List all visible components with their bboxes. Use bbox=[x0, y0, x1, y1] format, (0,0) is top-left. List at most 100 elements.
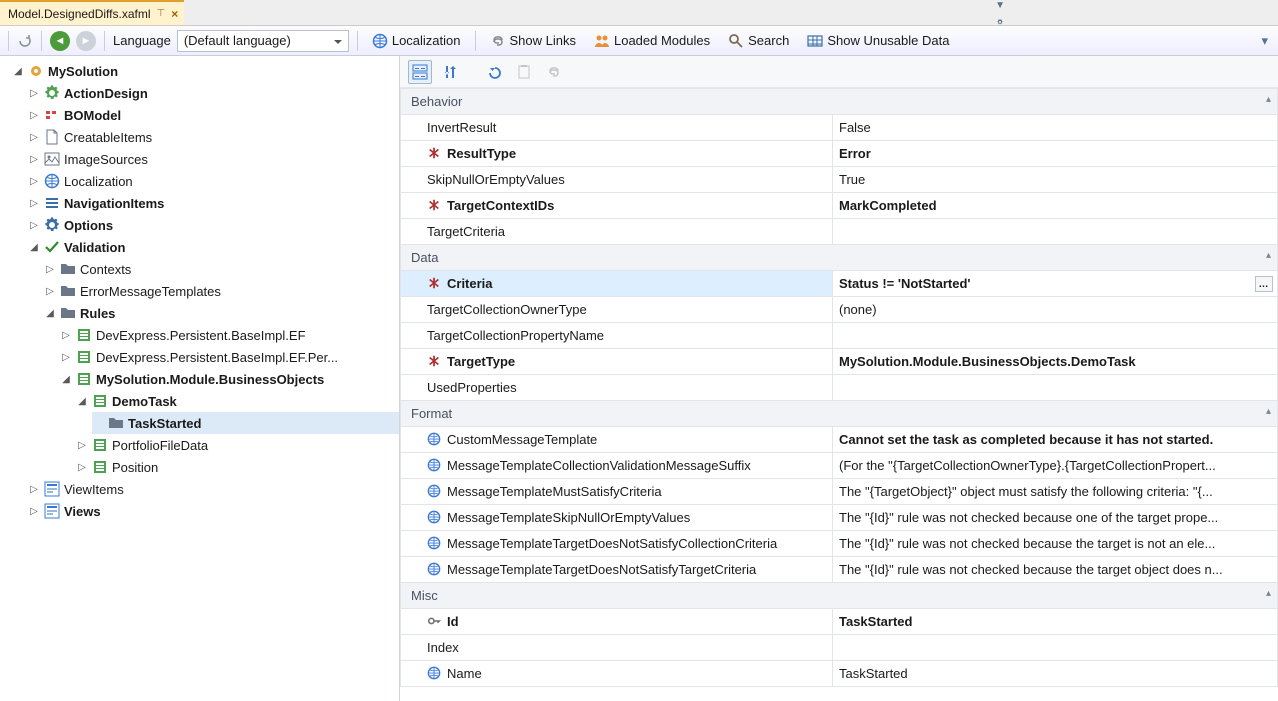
prop-row[interactable]: IdTaskStarted bbox=[401, 609, 1278, 635]
category-behavior[interactable]: Behavior▴ bbox=[401, 89, 1278, 115]
property-grid-toolbar bbox=[400, 56, 1278, 88]
class-icon bbox=[92, 393, 108, 409]
link-icon bbox=[490, 33, 506, 49]
document-tab[interactable]: Model.DesignedDiffs.xafml ⊤ × bbox=[0, 0, 184, 25]
show-unusable-button[interactable]: Show Unusable Data bbox=[801, 31, 955, 51]
model-tree: ◢MySolution ▷ActionDesign ▷BOModel ▷Crea… bbox=[0, 56, 400, 701]
key-icon bbox=[427, 614, 441, 628]
show-links-button[interactable]: Show Links bbox=[484, 31, 582, 51]
close-icon[interactable]: × bbox=[171, 7, 178, 21]
tree-position[interactable]: ▷Position bbox=[76, 456, 399, 478]
tree-imagesources[interactable]: ▷ImageSources bbox=[28, 148, 399, 170]
alphabetical-button[interactable] bbox=[438, 60, 462, 84]
globe-icon bbox=[44, 173, 60, 189]
prop-row-selected[interactable]: CriteriaStatus != 'NotStarted'… bbox=[401, 271, 1278, 297]
asterisk-icon bbox=[427, 354, 441, 368]
grid-icon bbox=[807, 33, 823, 49]
category-format[interactable]: Format▴ bbox=[401, 401, 1278, 427]
gear-icon bbox=[44, 217, 60, 233]
language-label: Language bbox=[113, 33, 171, 48]
tree-rules[interactable]: ◢Rules bbox=[44, 302, 399, 324]
undo-button[interactable] bbox=[482, 60, 506, 84]
tree-demotask[interactable]: ◢DemoTask bbox=[76, 390, 399, 412]
language-select[interactable]: (Default language) bbox=[177, 30, 349, 52]
asterisk-icon bbox=[427, 146, 441, 160]
nav-forward-button: ► bbox=[76, 31, 96, 51]
globe-icon bbox=[427, 484, 441, 498]
prop-row[interactable]: NameTaskStarted bbox=[401, 661, 1278, 687]
prop-row[interactable]: ResultTypeError bbox=[401, 141, 1278, 167]
settings-gear-icon[interactable] bbox=[992, 19, 1008, 25]
ellipsis-button[interactable]: … bbox=[1255, 276, 1273, 292]
tree-rule1[interactable]: ▷DevExpress.Persistent.BaseImpl.EF bbox=[60, 324, 399, 346]
toolbar-overflow-icon[interactable]: ▾ bbox=[1261, 33, 1272, 49]
tree-navitems[interactable]: ▷NavigationItems bbox=[28, 192, 399, 214]
prop-row[interactable]: TargetTypeMySolution.Module.BusinessObje… bbox=[401, 349, 1278, 375]
tree-actiondesign[interactable]: ▷ActionDesign bbox=[28, 82, 399, 104]
form-icon bbox=[44, 503, 60, 519]
tree-creatableitems[interactable]: ▷CreatableItems bbox=[28, 126, 399, 148]
folder-icon bbox=[108, 415, 124, 431]
prop-row[interactable]: MessageTemplateTargetDoesNotSatisfyColle… bbox=[401, 531, 1278, 557]
nav-back-button[interactable]: ◄ bbox=[50, 31, 70, 51]
category-data[interactable]: Data▴ bbox=[401, 245, 1278, 271]
expand-icon[interactable]: ◢ bbox=[12, 65, 24, 77]
class-icon bbox=[76, 371, 92, 387]
tree-views[interactable]: ▷Views bbox=[28, 500, 399, 522]
prop-row[interactable]: MessageTemplateMustSatisfyCriteriaThe "{… bbox=[401, 479, 1278, 505]
prop-row[interactable]: MessageTemplateSkipNullOrEmptyValuesThe … bbox=[401, 505, 1278, 531]
refresh-icon[interactable] bbox=[17, 33, 33, 49]
check-icon bbox=[44, 239, 60, 255]
class-icon bbox=[92, 437, 108, 453]
blocks-icon bbox=[44, 107, 60, 123]
tree-bomodel[interactable]: ▷BOModel bbox=[28, 104, 399, 126]
categorized-button[interactable] bbox=[408, 60, 432, 84]
tree-rule3[interactable]: ◢MySolution.Module.BusinessObjects bbox=[60, 368, 399, 390]
page-icon bbox=[44, 129, 60, 145]
tree-portfolio[interactable]: ▷PortfolioFileData bbox=[76, 434, 399, 456]
tree-taskstarted[interactable]: TaskStarted bbox=[92, 412, 399, 434]
tree-root[interactable]: ◢MySolution bbox=[12, 60, 399, 82]
main-toolbar: ◄ ► Language (Default language) Localiza… bbox=[0, 26, 1278, 56]
tree-viewitems[interactable]: ▷ViewItems bbox=[28, 478, 399, 500]
prop-row[interactable]: MessageTemplateTargetDoesNotSatisfyTarge… bbox=[401, 557, 1278, 583]
tree-rule2[interactable]: ▷DevExpress.Persistent.BaseImpl.EF.Per..… bbox=[60, 346, 399, 368]
people-icon bbox=[594, 33, 610, 49]
image-icon bbox=[44, 151, 60, 167]
globe-icon bbox=[427, 666, 441, 680]
folder-icon bbox=[60, 305, 76, 321]
globe-icon bbox=[427, 510, 441, 524]
form-icon bbox=[44, 481, 60, 497]
prop-row[interactable]: TargetCollectionOwnerType(none) bbox=[401, 297, 1278, 323]
prop-row[interactable]: InvertResultFalse bbox=[401, 115, 1278, 141]
prop-row[interactable]: TargetContextIDsMarkCompleted bbox=[401, 193, 1278, 219]
tab-bar: Model.DesignedDiffs.xafml ⊤ × ▼ bbox=[0, 0, 1278, 26]
search-icon bbox=[728, 33, 744, 49]
prop-row[interactable]: SkipNullOrEmptyValuesTrue bbox=[401, 167, 1278, 193]
prop-row[interactable]: Index bbox=[401, 635, 1278, 661]
globe-icon bbox=[372, 33, 388, 49]
folder-icon bbox=[60, 283, 76, 299]
link-button bbox=[542, 60, 566, 84]
globe-icon bbox=[427, 432, 441, 446]
category-misc[interactable]: Misc▴ bbox=[401, 583, 1278, 609]
paste-button bbox=[512, 60, 536, 84]
tree-validation[interactable]: ◢Validation bbox=[28, 236, 399, 258]
search-button[interactable]: Search bbox=[722, 31, 795, 51]
tree-options[interactable]: ▷Options bbox=[28, 214, 399, 236]
tree-contexts[interactable]: ▷Contexts bbox=[44, 258, 399, 280]
asterisk-icon bbox=[427, 198, 441, 212]
prop-row[interactable]: TargetCriteria bbox=[401, 219, 1278, 245]
pin-icon[interactable]: ⊤ bbox=[157, 8, 166, 19]
tree-localization[interactable]: ▷Localization bbox=[28, 170, 399, 192]
localization-button[interactable]: Localization bbox=[366, 31, 467, 51]
tree-errortemplates[interactable]: ▷ErrorMessageTemplates bbox=[44, 280, 399, 302]
prop-row[interactable]: CustomMessageTemplateCannot set the task… bbox=[401, 427, 1278, 453]
class-icon bbox=[76, 349, 92, 365]
dropdown-icon[interactable]: ▼ bbox=[995, 0, 1005, 11]
property-grid: Behavior▴ InvertResultFalse ResultTypeEr… bbox=[400, 88, 1278, 687]
prop-row[interactable]: TargetCollectionPropertyName bbox=[401, 323, 1278, 349]
prop-row[interactable]: UsedProperties bbox=[401, 375, 1278, 401]
prop-row[interactable]: MessageTemplateCollectionValidationMessa… bbox=[401, 453, 1278, 479]
loaded-modules-button[interactable]: Loaded Modules bbox=[588, 31, 716, 51]
